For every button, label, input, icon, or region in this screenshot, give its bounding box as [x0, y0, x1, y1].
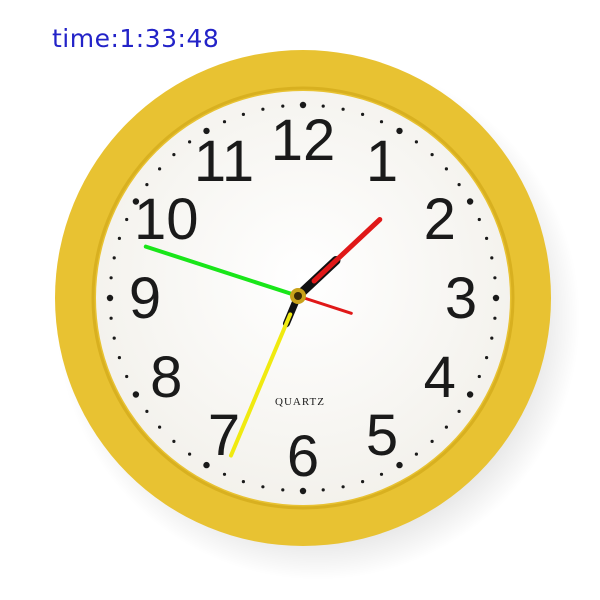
hour-dot [492, 294, 500, 302]
numeral-9: 9 [129, 266, 161, 331]
minute-dot [477, 374, 481, 379]
minute-dot [109, 316, 113, 320]
minute-dot [241, 112, 245, 116]
numeral-3: 3 [445, 266, 477, 331]
minute-dot [112, 256, 116, 260]
minute-dot [477, 217, 481, 222]
numeral-1: 1 [366, 129, 398, 194]
numeral-6: 6 [287, 424, 319, 489]
minute-dot [172, 153, 176, 157]
minute-dot [361, 480, 365, 484]
numeral-7: 7 [208, 403, 240, 468]
minute-dot [188, 140, 192, 144]
minute-dot [430, 439, 434, 443]
minute-dot [261, 107, 265, 111]
wall-clock: 12 12 3 45678 9 1011 QUARTZ [55, 50, 580, 580]
minute-dot [490, 256, 494, 260]
minute-dot [261, 485, 265, 489]
minute-dot [145, 183, 149, 187]
minute-dot [117, 356, 121, 360]
minute-dot [117, 236, 121, 240]
minute-dot [158, 167, 162, 171]
minute-dot [158, 425, 162, 429]
minute-dot [379, 120, 384, 124]
minute-dot [485, 356, 489, 360]
minute-dot [281, 488, 285, 492]
minute-dot [444, 167, 448, 171]
clock-scene: time:1:33:48 12 1 2 3 4 5 6 7 8 9 10 11 QUARTZ [0, 0, 600, 600]
minute-dot [361, 112, 365, 116]
hour-dot [466, 198, 474, 205]
minute-dot [109, 276, 113, 280]
minute-dot [493, 316, 497, 320]
minute-dot [490, 336, 494, 340]
minute-dot [241, 480, 245, 484]
minute-dot [379, 472, 384, 476]
numeral-5: 5 [366, 403, 398, 468]
center-pivot-cap [294, 292, 302, 300]
minute-dot [444, 425, 448, 429]
hour-dot [466, 391, 474, 398]
minute-dot [222, 120, 227, 124]
minute-dot [145, 409, 149, 413]
numeral-2: 2 [424, 187, 456, 252]
minute-dot [125, 217, 129, 222]
minute-dot [112, 336, 116, 340]
numeral-11: 11 [194, 129, 254, 194]
minute-dot [457, 409, 461, 413]
hour-dot [106, 294, 114, 302]
minute-dot [485, 236, 489, 240]
minute-dot [172, 439, 176, 443]
minute-dot [493, 276, 497, 280]
minute-dot [414, 140, 418, 144]
numeral-8: 8 [150, 345, 182, 410]
minute-dot [414, 452, 418, 456]
minute-dot [321, 488, 325, 492]
numeral-12: 12 [271, 108, 336, 173]
numeral-10: 10 [134, 187, 199, 252]
minute-dot [222, 472, 227, 476]
minute-dot [188, 452, 192, 456]
minute-dot [430, 153, 434, 157]
minute-dot [341, 485, 345, 489]
hour-dot [132, 391, 140, 398]
minute-dot [457, 183, 461, 187]
brand-label: QUARTZ [275, 396, 325, 408]
numeral-4: 4 [424, 345, 456, 410]
minute-dot [125, 374, 129, 379]
minute-dot [341, 107, 345, 111]
